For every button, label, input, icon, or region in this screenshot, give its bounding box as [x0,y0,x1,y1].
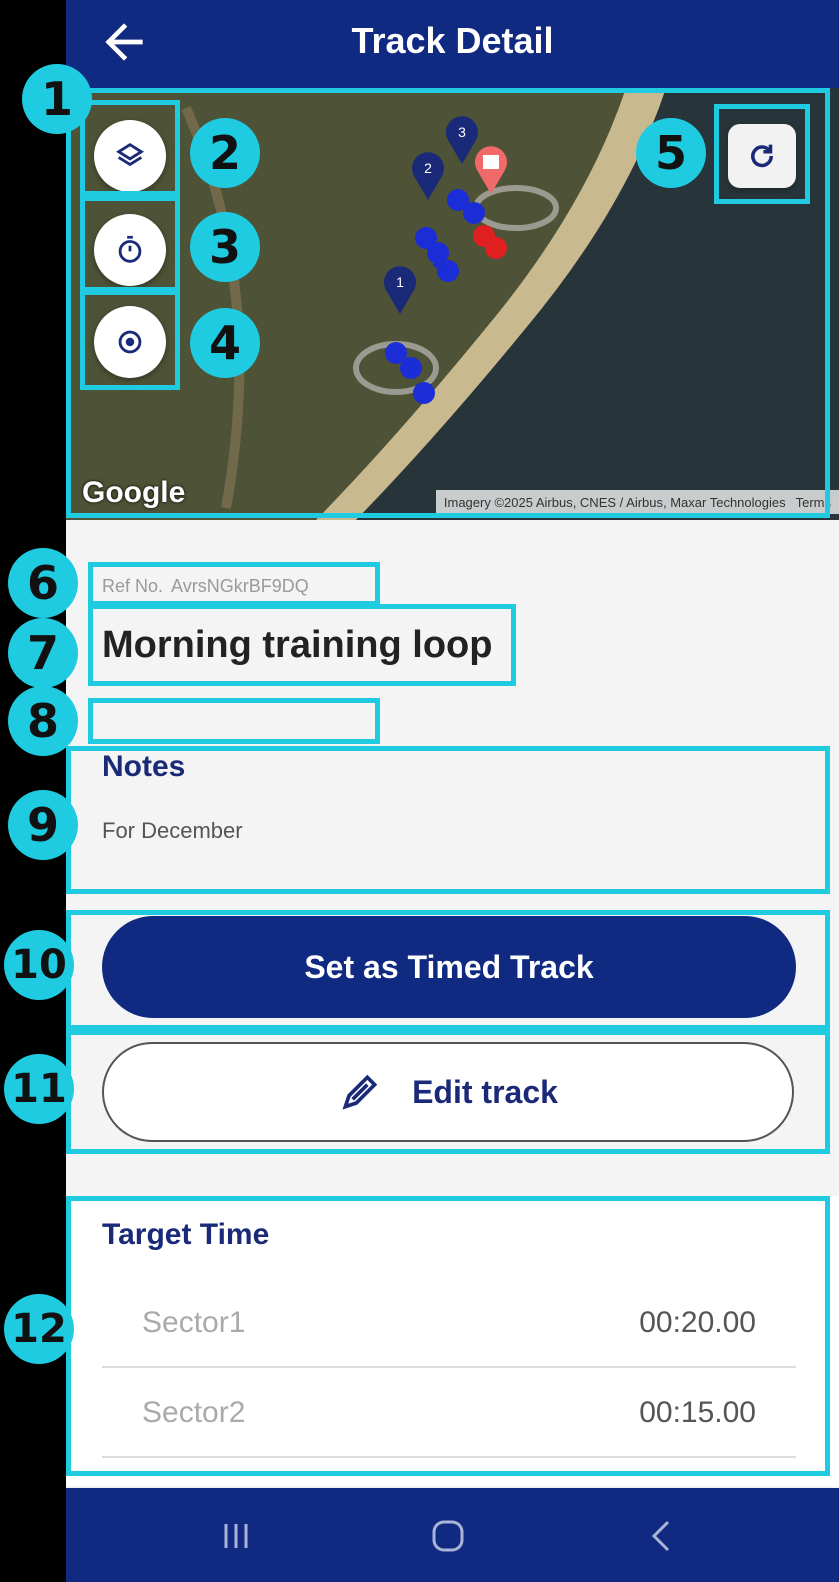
annotation-box-3 [80,196,180,292]
annotation-box-7 [88,604,516,686]
app-bar: Track Detail [66,0,839,88]
annotation-badge-7: 7 [8,618,78,688]
annotation-badge-8: 8 [8,686,78,756]
annotation-box-9 [66,746,830,894]
annotation-badge-1: 1 [22,64,92,134]
system-nav-bar [66,1488,839,1582]
recent-apps-icon[interactable] [216,1516,256,1556]
annotation-badge-5: 5 [636,118,706,188]
annotation-box-5 [714,104,810,204]
annotation-badge-3: 3 [190,212,260,282]
page-title: Track Detail [351,20,554,61]
home-icon[interactable] [428,1516,468,1556]
annotation-badge-10: 10 [4,930,74,1000]
annotation-box-11 [66,1030,830,1154]
annotation-box-6 [88,562,380,606]
annotation-badge-9: 9 [8,790,78,860]
annotation-box-10 [66,910,830,1030]
annotation-badge-2: 2 [190,118,260,188]
nav-back-icon[interactable] [642,1516,682,1556]
annotation-box-2 [80,100,180,196]
annotation-badge-11: 11 [4,1054,74,1124]
annotation-badge-12: 12 [4,1294,74,1364]
annotation-box-8 [88,698,380,744]
annotation-badge-6: 6 [8,548,78,618]
annotation-box-4 [80,290,180,390]
annotation-box-12 [66,1196,830,1476]
annotation-badge-4: 4 [190,308,260,378]
